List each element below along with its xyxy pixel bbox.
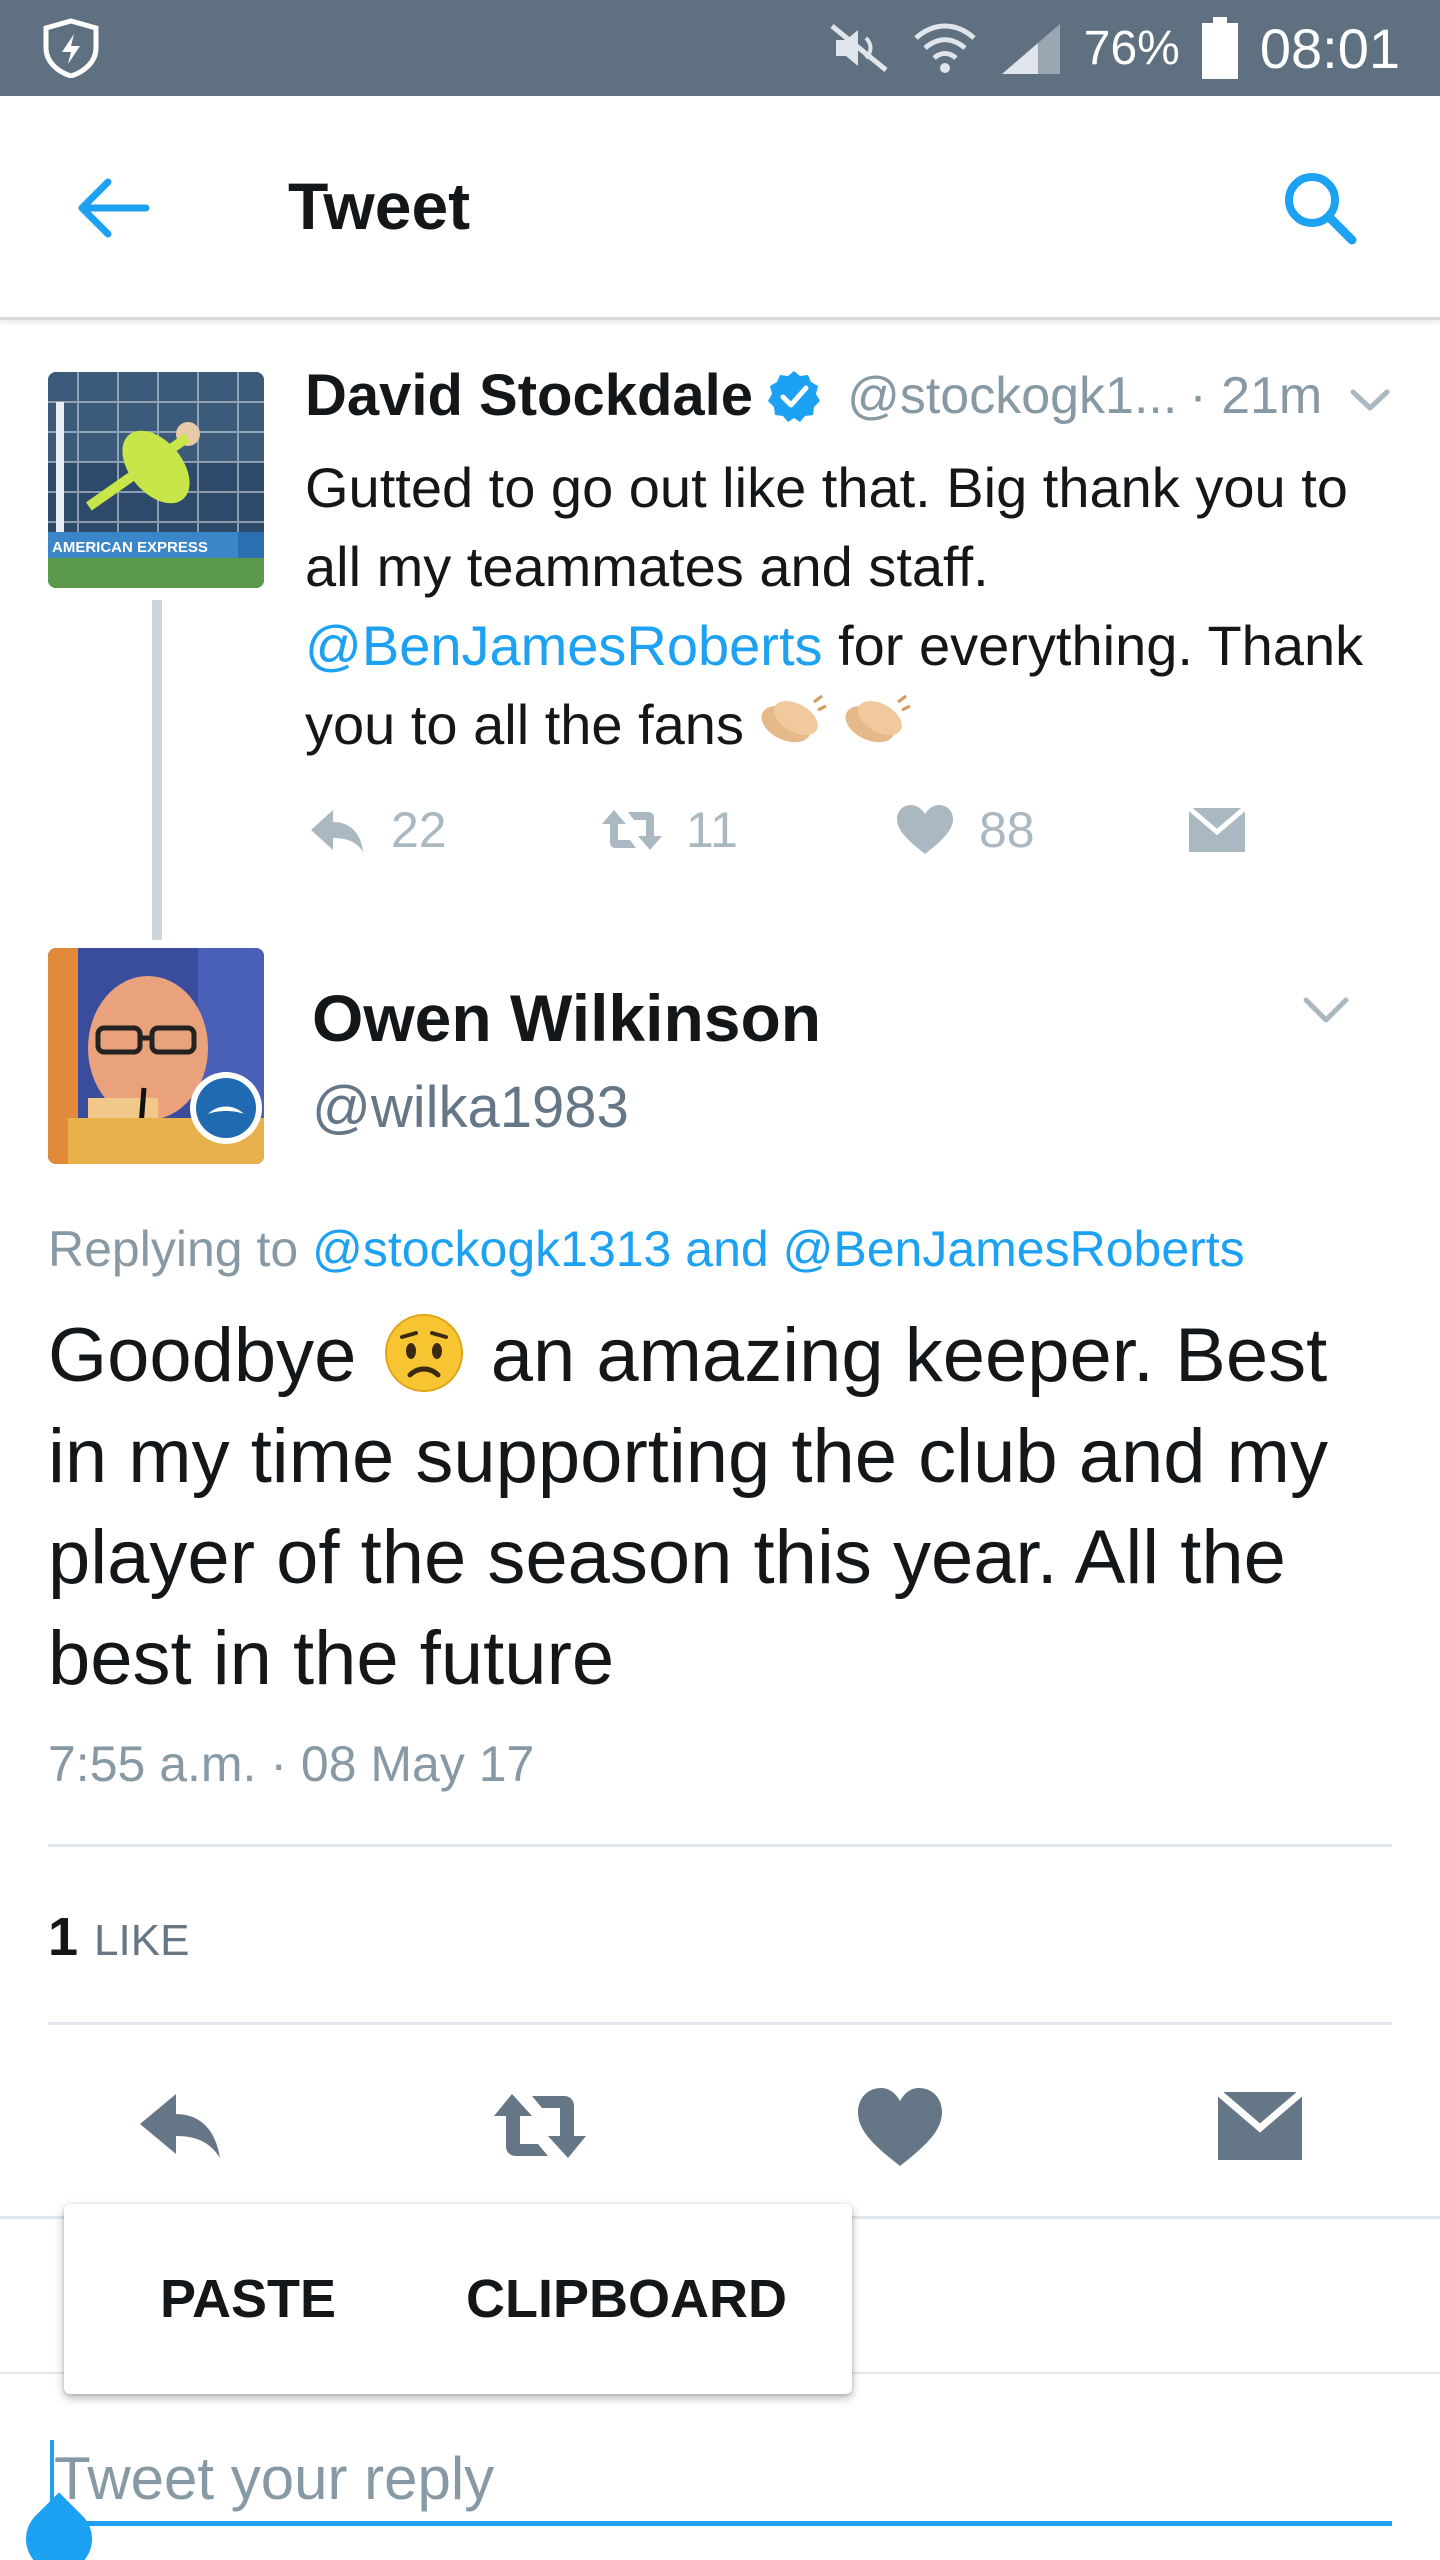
mention-link[interactable]: @BenJamesRoberts bbox=[783, 1221, 1245, 1277]
divider bbox=[48, 2022, 1392, 2025]
likes-summary[interactable]: 1 LIKE bbox=[48, 1906, 189, 1968]
reply-composer bbox=[0, 2374, 1440, 2560]
tweet-timestamp: 7:55 a.m. · 08 May 17 bbox=[48, 1736, 535, 1792]
profile-photo bbox=[48, 948, 264, 1164]
author-name[interactable]: Owen Wilkinson bbox=[312, 980, 821, 1056]
heart-icon[interactable] bbox=[850, 2076, 950, 2176]
clapping-hands-emoji-icon bbox=[845, 694, 911, 743]
tweet-time: · 21m bbox=[1189, 366, 1323, 425]
clapping-hands-emoji-icon bbox=[761, 694, 827, 743]
signal-icon bbox=[1001, 24, 1060, 74]
reply-icon bbox=[311, 810, 363, 852]
wifi-icon bbox=[914, 23, 976, 73]
svg-text:AMERICAN EXPRESS: AMERICAN EXPRESS bbox=[52, 539, 208, 556]
author-name[interactable]: David Stockdale bbox=[305, 362, 753, 429]
mention-link[interactable]: @BenJamesRoberts bbox=[305, 614, 823, 677]
shield-app-icon bbox=[43, 18, 99, 78]
reply-count: 22 bbox=[391, 802, 447, 858]
retweet-icon[interactable] bbox=[490, 2076, 590, 2176]
avatar[interactable] bbox=[48, 948, 264, 1164]
tweet-actions bbox=[0, 2076, 1440, 2176]
search-icon[interactable] bbox=[1278, 166, 1362, 250]
retweet-icon bbox=[602, 810, 662, 850]
like-count: 88 bbox=[979, 802, 1035, 858]
envelope-icon bbox=[1187, 806, 1247, 852]
worried-face-emoji-icon bbox=[384, 1314, 463, 1392]
like-action[interactable]: 88 bbox=[893, 790, 1035, 870]
paste-context-menu: PASTE CLIPBOARD bbox=[64, 2204, 852, 2394]
reply-input[interactable] bbox=[48, 2436, 1392, 2526]
mention-link[interactable]: @stockogk1313 bbox=[312, 1221, 671, 1277]
page-title: Tweet bbox=[288, 169, 471, 243]
status-bar: 76% 08:01 bbox=[0, 0, 1440, 96]
likes-label: LIKE bbox=[94, 1916, 190, 1965]
reply-icon[interactable] bbox=[130, 2076, 230, 2176]
paste-button[interactable]: PASTE bbox=[64, 2268, 336, 2330]
clock: 08:01 bbox=[1259, 16, 1400, 80]
mute-icon bbox=[830, 24, 888, 72]
replying-to: Replying to @stockogk1313 and @BenJamesR… bbox=[48, 1221, 1245, 1277]
thread-connector bbox=[152, 600, 162, 940]
heart-icon bbox=[897, 805, 953, 854]
arrow-left-icon[interactable] bbox=[72, 166, 156, 250]
battery-icon bbox=[1201, 17, 1238, 79]
retweet-action[interactable]: 11 bbox=[600, 790, 738, 870]
author-handle[interactable]: @wilka1983 bbox=[312, 1074, 629, 1141]
parent-tweet-actions: 22 11 88 bbox=[305, 790, 1305, 870]
likes-count: 1 bbox=[48, 1907, 79, 1967]
app-bar: Tweet bbox=[0, 96, 1440, 320]
divider bbox=[48, 1844, 1392, 1847]
avatar[interactable]: AMERICAN EXPRESS bbox=[48, 372, 264, 588]
goalkeeper-photo: AMERICAN EXPRESS bbox=[48, 372, 264, 588]
chevron-down-icon[interactable] bbox=[1298, 988, 1354, 1032]
direct-message-action[interactable] bbox=[1185, 790, 1249, 870]
chevron-down-icon[interactable] bbox=[1345, 380, 1395, 420]
battery-percent: 76% bbox=[1083, 21, 1180, 75]
verified-badge-icon bbox=[768, 370, 821, 422]
retweet-count: 11 bbox=[686, 802, 738, 858]
envelope-icon[interactable] bbox=[1210, 2076, 1310, 2176]
clipboard-button[interactable]: CLIPBOARD bbox=[336, 2268, 787, 2330]
parent-tweet-text: Gutted to go out like that. Big thank yo… bbox=[305, 456, 1364, 756]
tweet-text: Goodbye an amazing keeper. Best in my ti… bbox=[48, 1313, 1328, 1701]
parent-tweet-header: David Stockdale @stockogk1... · 21m bbox=[305, 362, 1322, 429]
reply-action[interactable]: 22 bbox=[305, 790, 447, 870]
author-handle[interactable]: @stockogk1... bbox=[847, 366, 1177, 426]
